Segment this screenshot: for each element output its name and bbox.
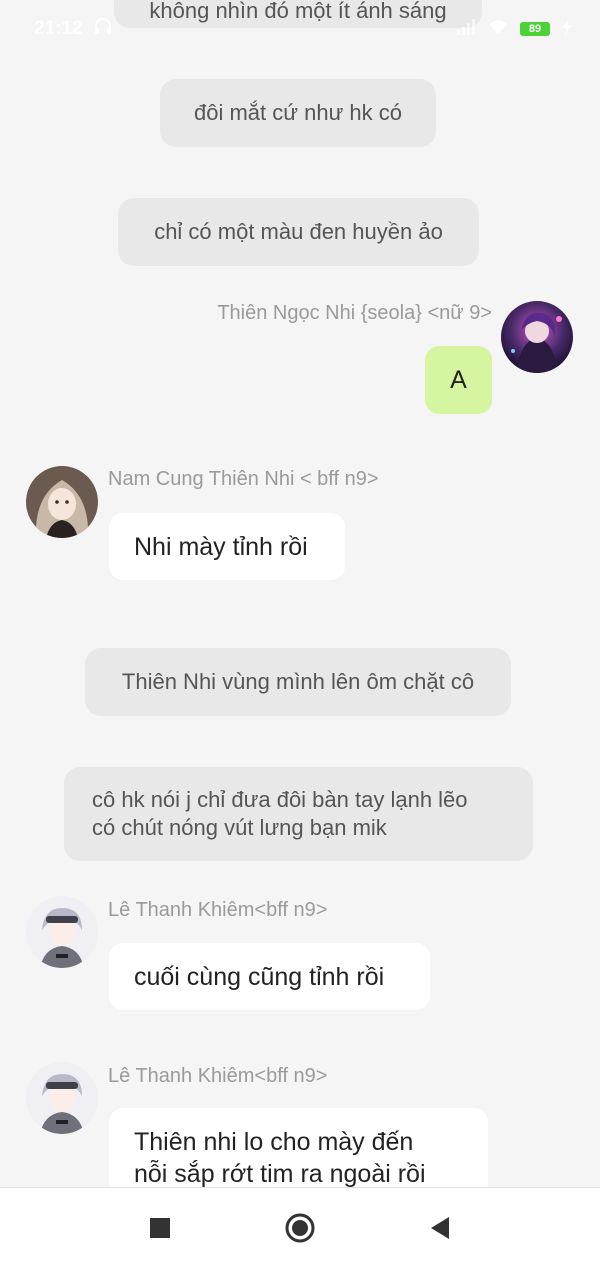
narration-bubble: cô hk nói j chỉ đưa đôi bàn tay lạnh lẽo… bbox=[64, 767, 533, 861]
incoming-message[interactable]: Nhi mày tỉnh rồi bbox=[109, 513, 345, 580]
square-icon[interactable] bbox=[140, 1208, 180, 1248]
incoming-message[interactable]: cuối cùng cũng tỉnh rồi bbox=[109, 943, 430, 1010]
narration-text: Thiên Nhi vùng mình lên ôm chặt cô bbox=[121, 669, 475, 694]
status-bar: 21:12 89 bbox=[0, 0, 600, 58]
sender-name: Thiên Ngọc Nhi {seola} <nữ 9> bbox=[217, 302, 492, 324]
narration-text: chỉ có một màu đen huyền ảo bbox=[154, 219, 443, 244]
chat-area[interactable]: không nhìn đó một ít ánh sáng đôi mắt cứ… bbox=[0, 0, 600, 1187]
status-time: 21:12 bbox=[34, 18, 83, 39]
avatar[interactable] bbox=[26, 1062, 98, 1134]
charging-icon bbox=[562, 18, 572, 40]
signal-icon bbox=[456, 18, 476, 40]
message-text: A bbox=[450, 366, 467, 394]
narration-text: cô hk nói j chỉ đưa đôi bàn tay lạnh lẽo bbox=[92, 787, 468, 812]
headphones-icon bbox=[93, 17, 113, 41]
avatar[interactable] bbox=[26, 896, 98, 968]
sender-name: Lê Thanh Khiêm<bff n9> bbox=[108, 1065, 328, 1087]
narration-bubble: chỉ có một màu đen huyền ảo bbox=[118, 198, 479, 266]
navigation-bar bbox=[0, 1187, 600, 1267]
avatar[interactable] bbox=[501, 301, 573, 373]
sender-name: Lê Thanh Khiêm<bff n9> bbox=[108, 899, 328, 921]
narration-text: có chút nóng vút lưng bạn mik bbox=[92, 815, 387, 840]
message-text: nỗi sắp rớt tim ra ngoài rồi bbox=[134, 1160, 426, 1187]
triangle-back-icon[interactable] bbox=[420, 1208, 460, 1248]
narration-bubble: Thiên Nhi vùng mình lên ôm chặt cô bbox=[85, 648, 511, 716]
incoming-message[interactable]: Thiên nhi lo cho mày đến nỗi sắp rớt tim… bbox=[109, 1108, 488, 1187]
circle-icon[interactable] bbox=[280, 1208, 320, 1248]
message-text: Nhi mày tỉnh rồi bbox=[134, 532, 308, 561]
outgoing-message[interactable]: A bbox=[425, 346, 492, 414]
avatar[interactable] bbox=[26, 466, 98, 538]
sender-name: Nam Cung Thiên Nhi < bff n9> bbox=[108, 468, 379, 490]
message-text: cuối cùng cũng tỉnh rồi bbox=[134, 962, 385, 991]
narration-text: đôi mắt cứ như hk có bbox=[194, 100, 402, 125]
message-text: Thiên nhi lo cho mày đến bbox=[134, 1128, 414, 1156]
battery-indicator: 89 bbox=[520, 22, 550, 36]
wifi-icon bbox=[488, 19, 508, 40]
narration-bubble: đôi mắt cứ như hk có bbox=[160, 79, 436, 147]
